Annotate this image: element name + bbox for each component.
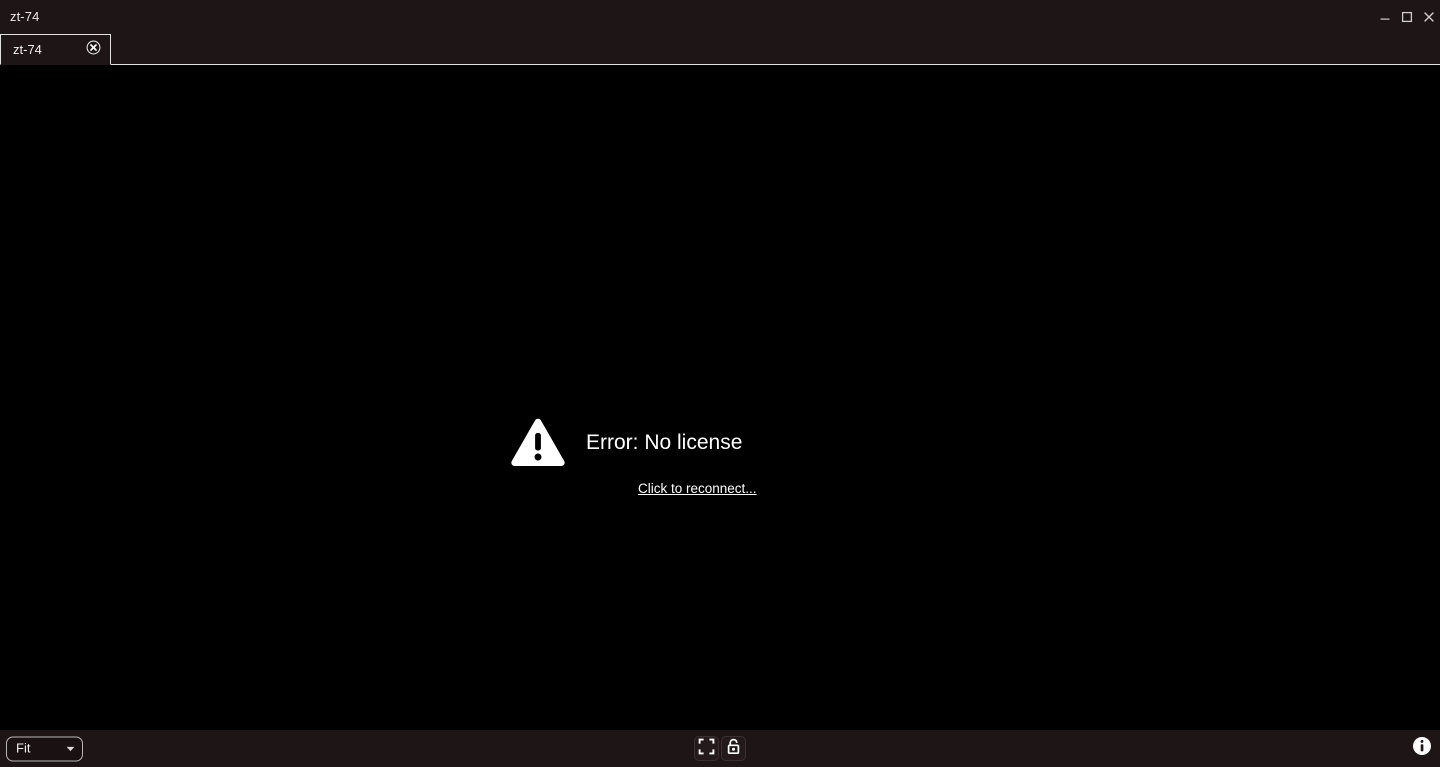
info-button[interactable] bbox=[1412, 736, 1432, 761]
center-tool-group bbox=[694, 736, 746, 761]
bottom-toolbar: Fit bbox=[0, 730, 1440, 767]
error-message: Error: No license bbox=[586, 431, 743, 454]
minimize-icon bbox=[1379, 11, 1391, 23]
close-icon bbox=[1423, 11, 1435, 23]
close-button[interactable] bbox=[1418, 2, 1440, 32]
zoom-mode-value: Fit bbox=[16, 740, 31, 756]
minimize-button[interactable] bbox=[1374, 2, 1396, 32]
zoom-mode-select[interactable]: Fit bbox=[6, 736, 83, 761]
warning-triangle-icon bbox=[510, 417, 566, 469]
chevron-down-icon bbox=[66, 740, 75, 758]
tab-close-button[interactable] bbox=[85, 40, 101, 60]
tab-strip: zt-74 bbox=[0, 34, 1440, 65]
remote-viewport[interactable]: Error: No license Click to reconnect... bbox=[0, 65, 1440, 730]
lock-button[interactable] bbox=[721, 736, 746, 761]
tab-zt-74[interactable]: zt-74 bbox=[0, 34, 111, 65]
fullscreen-button[interactable] bbox=[694, 736, 719, 761]
maximize-icon bbox=[1401, 11, 1413, 23]
window-title: zt-74 bbox=[10, 9, 40, 24]
application-window: zt-74 zt-74 Error: No license Click to r… bbox=[0, 0, 1440, 767]
error-overlay: Error: No license Click to reconnect... bbox=[510, 417, 930, 497]
close-circle-icon bbox=[86, 40, 101, 60]
title-bar: zt-74 bbox=[0, 0, 1440, 34]
maximize-button[interactable] bbox=[1396, 2, 1418, 32]
tab-label: zt-74 bbox=[13, 41, 42, 57]
fullscreen-icon bbox=[698, 738, 715, 760]
error-row: Error: No license bbox=[510, 417, 742, 469]
reconnect-link[interactable]: Click to reconnect... bbox=[638, 481, 757, 497]
info-circle-icon bbox=[1412, 736, 1432, 761]
unlocked-padlock-icon bbox=[725, 738, 742, 760]
window-controls bbox=[1374, 0, 1440, 34]
